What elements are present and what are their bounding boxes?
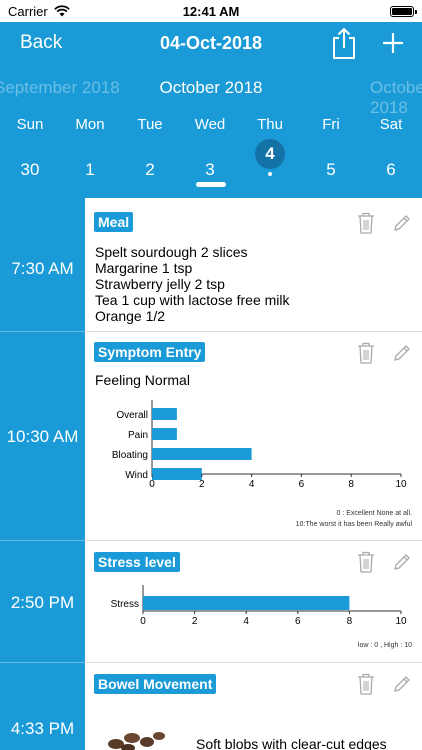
x-tick-label: 8 <box>347 616 353 627</box>
bar <box>152 448 252 460</box>
weekday-label: Thu <box>257 116 283 133</box>
meal-line: Tea 1 cup with lactose free milk <box>95 292 290 308</box>
day-cell[interactable]: 30 <box>0 152 60 188</box>
bar <box>152 408 177 420</box>
bar <box>152 468 202 480</box>
x-tick-label: 2 <box>199 479 205 490</box>
entry-time: 7:30 AM <box>11 259 74 278</box>
x-tick-label: 6 <box>299 479 305 490</box>
category-tick-label: Pain <box>128 430 148 441</box>
bar <box>143 596 350 610</box>
current-month-label: October 2018 <box>159 78 263 97</box>
entry-time: 4:33 PM <box>10 719 75 738</box>
meal-entry[interactable]: 7:30 AM Meal Spelt sourdough 2 slices Ma… <box>0 198 422 332</box>
symptom-chart: Overall Pain Bloating Wind0 2 4 6 8 10 <box>112 400 407 490</box>
status-left: Carrier <box>8 4 70 19</box>
header: Back 04-Oct-2018 September 2018 October … <box>0 22 422 198</box>
stress-chart: Stress0 2 4 6 8 10 <box>111 585 407 627</box>
stress-scale-legend: low : 0 , High : 10 <box>357 642 412 649</box>
day-cell[interactable]: 1 <box>60 152 120 188</box>
wifi-icon <box>53 5 70 17</box>
day-cell[interactable]: 5 <box>301 152 361 188</box>
page-title: 04-Oct-2018 <box>159 33 263 53</box>
x-tick-label: 10 <box>395 616 407 627</box>
x-tick-label: 2 <box>192 616 198 627</box>
next-month-label[interactable]: October 2018 <box>370 78 422 118</box>
share-icon[interactable] <box>330 26 358 60</box>
weekday-row: Sun Mon Tue Wed Thu Fri Sat <box>0 116 422 138</box>
weekday-label: Wed <box>194 116 226 133</box>
trash-icon[interactable] <box>357 342 375 364</box>
day-cell-selected[interactable]: 4 <box>240 139 300 176</box>
month-selector[interactable]: September 2018 October 2018 October 2018 <box>0 66 422 117</box>
bowel-movement-entry[interactable]: 4:33 PM Bowel Movement Soft blobs with c… <box>0 663 422 750</box>
entry-type-badge: Bowel Movement <box>94 674 217 694</box>
pencil-icon[interactable] <box>392 674 412 694</box>
stress-entry[interactable]: 2:50 PM Stress level Stress 0 2 4 6 8 10 low :… <box>0 541 422 663</box>
entry-time: 2:50 PM <box>10 593 75 612</box>
stool-type-illustration <box>108 732 165 750</box>
status-bar: Carrier 12:41 AM <box>0 0 422 22</box>
x-tick-label: 4 <box>249 479 255 490</box>
weekday-label: Tue <box>137 116 163 133</box>
category-tick-label: Bloating <box>112 450 148 461</box>
battery-icon <box>390 5 417 17</box>
entry-type-badge: Meal <box>94 212 134 232</box>
pencil-icon[interactable] <box>392 213 412 233</box>
stool-description: Soft blobs with clear-cut edges <box>196 736 387 750</box>
weekday-label: Mon <box>75 116 105 133</box>
scale-legend-line: 0 : Excellent None at all. <box>336 510 413 517</box>
navigation-bar: Back 04-Oct-2018 <box>0 22 422 66</box>
selected-day-number: 4 <box>265 144 275 163</box>
pencil-icon[interactable] <box>392 552 412 572</box>
x-tick-label: 8 <box>348 479 354 490</box>
category-tick-label: Wind <box>125 470 148 481</box>
timeline[interactable]: 7:30 AM Meal Spelt sourdough 2 slices Ma… <box>0 198 422 750</box>
trash-icon[interactable] <box>357 673 375 695</box>
day-cell[interactable]: 6 <box>361 152 421 188</box>
category-tick-label: Overall <box>116 410 148 421</box>
meal-line: Spelt sourdough 2 slices <box>95 244 248 260</box>
meal-line: Strawberry jelly 2 tsp <box>95 276 225 292</box>
trash-icon[interactable] <box>357 212 375 234</box>
x-tick-label: 10 <box>395 479 407 490</box>
x-tick-label: 4 <box>243 616 249 627</box>
x-tick-label: 0 <box>149 479 155 490</box>
weekday-label: Sat <box>379 116 403 133</box>
add-icon[interactable] <box>378 28 408 58</box>
trash-icon[interactable] <box>357 551 375 573</box>
category-tick-label: Stress <box>111 599 139 610</box>
carrier-label: Carrier <box>8 3 48 19</box>
weekday-label: Fri <box>322 116 340 133</box>
entry-type-badge: Stress level <box>94 552 180 572</box>
event-dot <box>268 172 272 176</box>
feeling-text: Feeling Normal <box>95 372 190 388</box>
meal-line: Orange 1/2 <box>95 308 166 324</box>
bar <box>152 428 177 440</box>
meal-description: Spelt sourdough 2 slices Margarine 1 tsp… <box>95 244 290 324</box>
weekday-label: Sun <box>16 116 44 133</box>
entry-type-badge: Symptom Entry <box>94 342 206 362</box>
meal-line: Margarine 1 tsp <box>95 260 193 276</box>
scale-legend-line: 10:The worst it has been Really awful <box>295 521 412 528</box>
symptom-entry[interactable]: 10:30 AM Symptom Entry Feeling Normal Ov… <box>0 332 422 541</box>
day-cell[interactable]: 2 <box>120 152 180 188</box>
x-tick-label: 0 <box>140 616 146 627</box>
pencil-icon[interactable] <box>392 343 412 363</box>
entry-time: 10:30 AM <box>6 427 79 446</box>
drag-handle[interactable] <box>196 182 226 187</box>
x-tick-label: 6 <box>295 616 301 627</box>
